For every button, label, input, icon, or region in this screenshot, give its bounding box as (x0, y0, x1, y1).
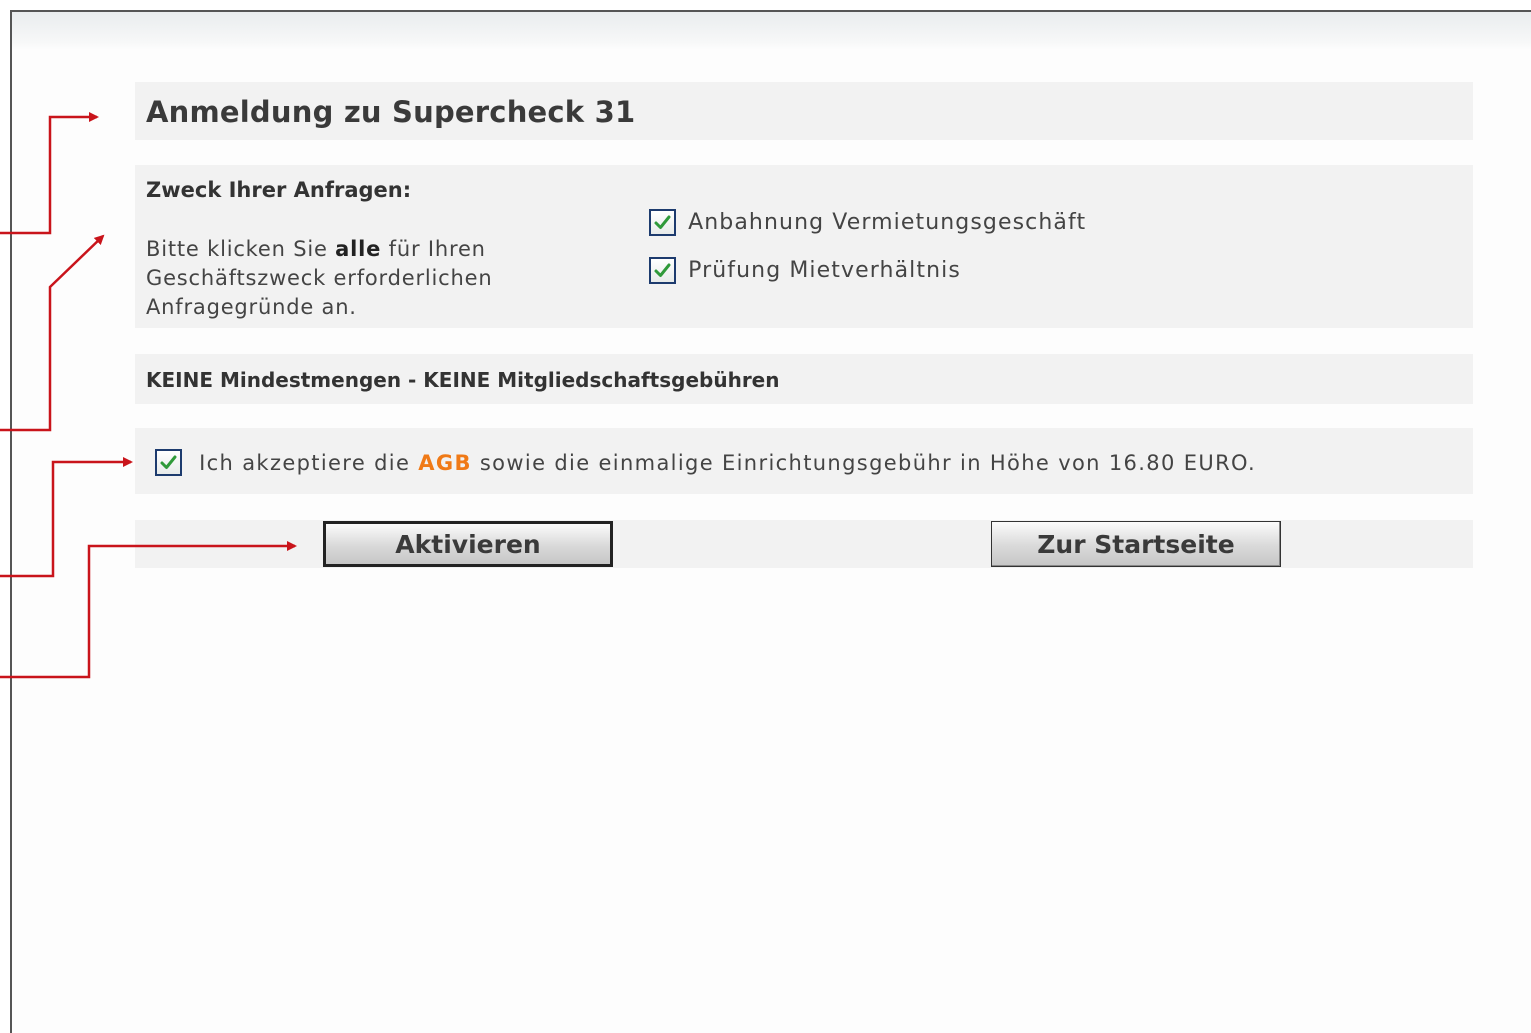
checkbox-accept-terms[interactable] (155, 449, 182, 476)
option-anbahnung[interactable]: Anbahnung Vermietungsgeschäft (649, 209, 1086, 243)
checkbox-checked-icon (654, 263, 671, 277)
agb-link[interactable]: AGB (418, 451, 472, 475)
terms-panel: Ich akzeptiere die AGB sowie die einmali… (135, 428, 1473, 494)
checkbox-pruefung[interactable] (649, 257, 676, 284)
instruction-text-start: Bitte klicken Sie (146, 237, 336, 261)
terms-text-start: Ich akzeptiere die (199, 450, 419, 475)
buttons-panel: Aktivieren Zur Startseite (135, 520, 1473, 568)
option-pruefung[interactable]: Prüfung Mietverhältnis (649, 257, 961, 291)
terms-text-end: sowie die einmalige Einrichtungsgebühr i… (471, 450, 1257, 475)
purpose-instruction: Bitte klicken Sie alle für Ihren Geschäf… (146, 235, 586, 322)
notice-panel: KEINE Mindestmengen - KEINE Mitgliedscha… (135, 354, 1473, 404)
home-button[interactable]: Zur Startseite (991, 521, 1281, 567)
checkbox-anbahnung[interactable] (649, 209, 676, 236)
option-label-pruefung: Prüfung Mietverhältnis (688, 258, 961, 283)
instruction-text-bold: alle (335, 237, 382, 261)
fee-notice: KEINE Mindestmengen - KEINE Mitgliedscha… (146, 368, 780, 392)
checkbox-checked-icon (160, 455, 177, 469)
page-title: Anmeldung zu Supercheck 31 (146, 95, 636, 129)
purpose-heading: Zweck Ihrer Anfragen: (146, 178, 412, 202)
terms-text: Ich akzeptiere die AGB sowie die einmali… (199, 451, 1256, 475)
activate-button[interactable]: Aktivieren (323, 521, 613, 567)
terms-row[interactable]: Ich akzeptiere die AGB sowie die einmali… (155, 449, 1256, 476)
checkbox-checked-icon (654, 215, 671, 229)
purpose-section: Zweck Ihrer Anfragen: Bitte klicken Sie … (135, 165, 1473, 328)
top-gradient-band (12, 12, 1531, 50)
option-label-anbahnung: Anbahnung Vermietungsgeschäft (688, 210, 1087, 235)
title-panel: Anmeldung zu Supercheck 31 (135, 82, 1473, 140)
